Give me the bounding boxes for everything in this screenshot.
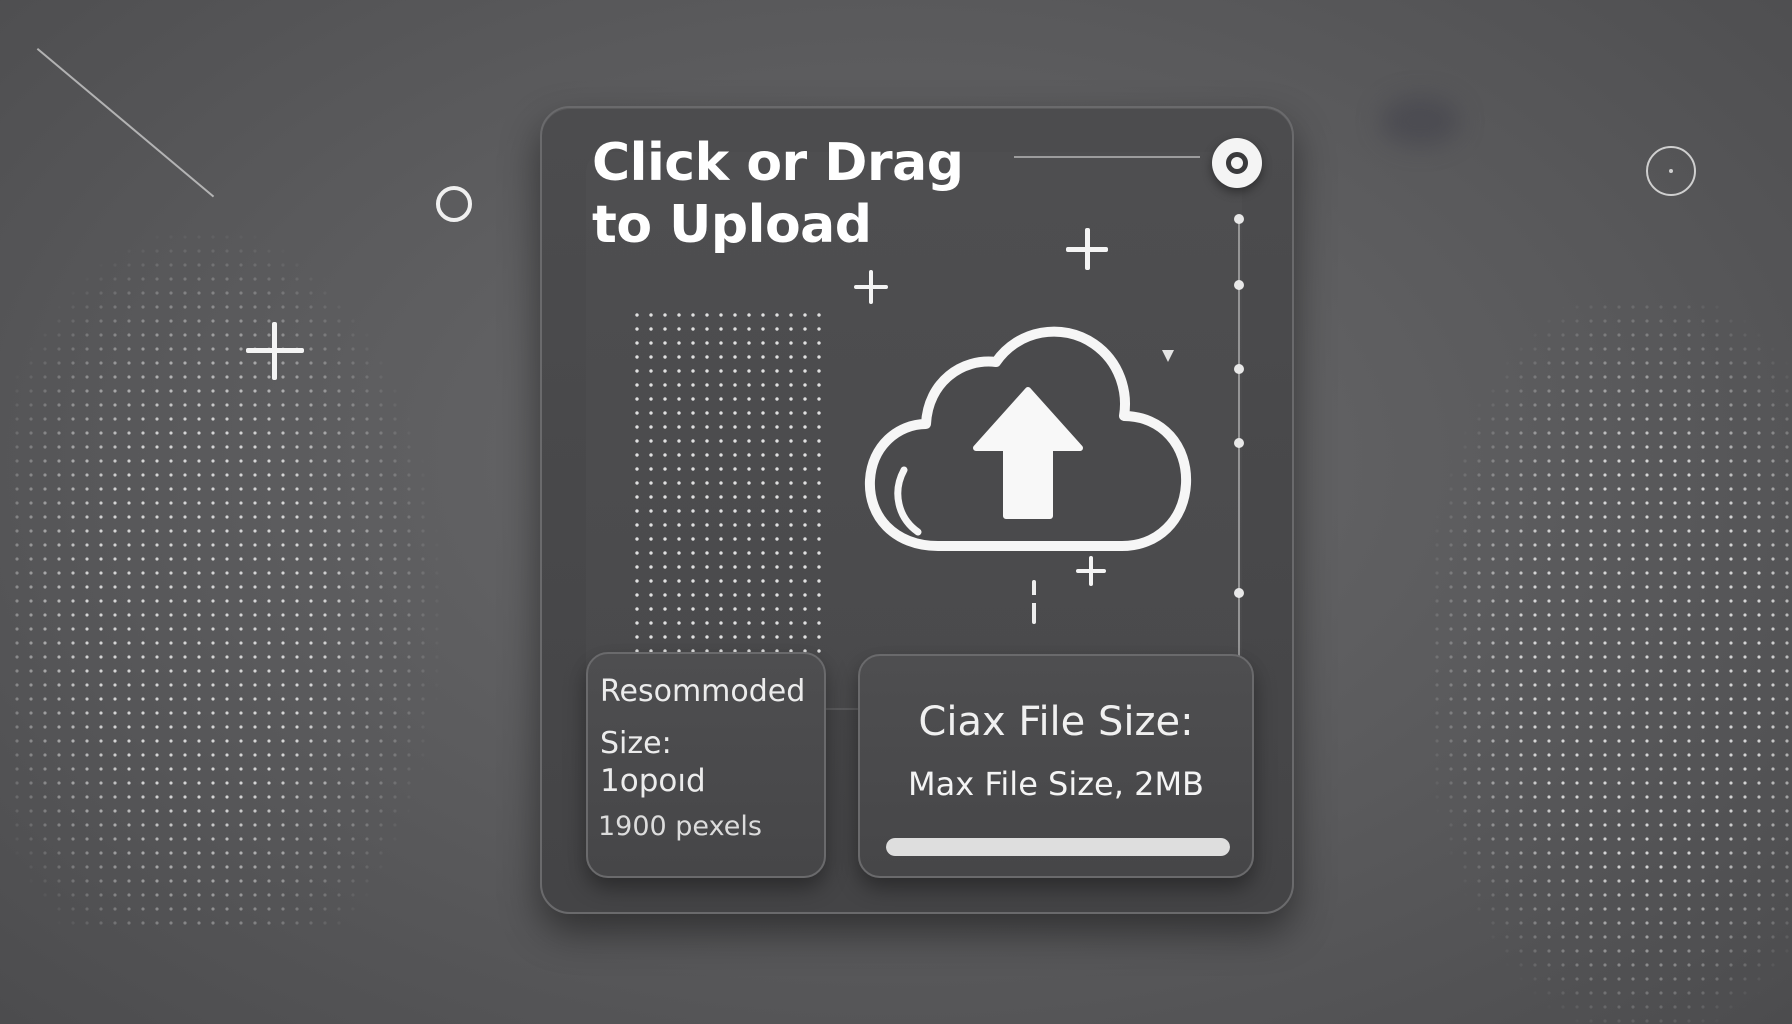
close-button[interactable] — [1212, 138, 1262, 188]
guide-dot — [1234, 588, 1244, 598]
ring-icon — [1646, 146, 1696, 196]
dot-pattern-right — [1430, 300, 1790, 1024]
ring-icon — [436, 186, 472, 222]
dot-pattern-left — [10, 230, 440, 930]
plus-icon — [246, 322, 304, 380]
max-file-size-box: Ciax File Size: Max File Size, 2MB — [858, 654, 1254, 878]
background-blur — [1380, 96, 1460, 146]
max-file-size-text: Max File Size, 2MB — [908, 765, 1204, 803]
tick-mark — [1032, 580, 1036, 624]
title-line-1: Click or Drag — [592, 133, 964, 193]
title-line-2: to Upload — [592, 195, 872, 255]
max-file-size-heading: Ciax File Size: — [918, 699, 1194, 745]
recommended-size-value: 1opoıd — [600, 763, 706, 799]
guide-dot — [1234, 280, 1244, 290]
guide-dot — [1234, 214, 1244, 224]
plus-icon — [854, 270, 888, 304]
cloud-upload-icon — [864, 326, 1192, 551]
diagonal-line — [37, 48, 215, 197]
header-divider-line — [1014, 156, 1200, 158]
recommended-size-label: Resommoded Size: — [600, 674, 806, 761]
upload-progress-fill — [886, 838, 1230, 856]
recommended-size-pixels: 1900 pexels — [598, 811, 762, 842]
dot-pattern-grid — [630, 308, 830, 658]
upload-progress-bar — [886, 838, 1230, 856]
sparkle-icon — [1162, 350, 1174, 362]
plus-icon — [1066, 228, 1108, 270]
plus-icon — [1076, 556, 1106, 586]
upload-card: Click or Drag to Upload Resommoded Size: … — [540, 106, 1294, 914]
guide-dot — [1234, 364, 1244, 374]
close-icon — [1226, 152, 1248, 174]
guide-dot — [1234, 438, 1244, 448]
recommended-size-box: Resommoded Size: 1opoıd 1900 pexels — [586, 652, 826, 878]
vertical-guide-line — [1238, 218, 1240, 698]
upload-title: Click or Drag to Upload — [592, 132, 1012, 256]
